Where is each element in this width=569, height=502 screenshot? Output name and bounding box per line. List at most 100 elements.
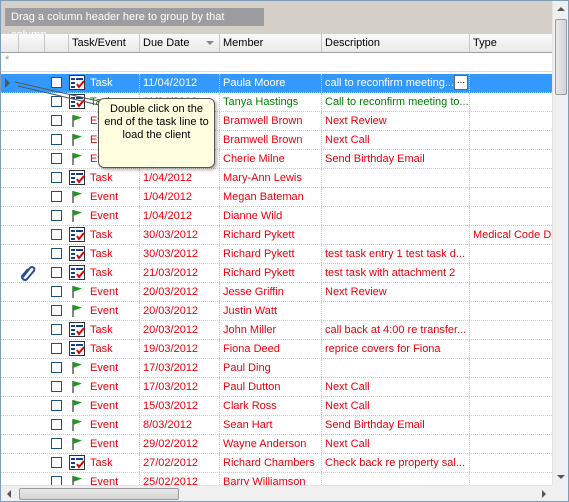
cell-description[interactable]: test task with attachment 2	[322, 264, 470, 282]
cell-member[interactable]: Wayne Anderson	[220, 435, 322, 453]
group-by-panel[interactable]: Drag a column header here to group by th…	[1, 1, 552, 41]
cell-task-event[interactable]: Task	[87, 169, 140, 187]
cell-type[interactable]	[470, 264, 552, 282]
paperclip-icon[interactable]	[20, 265, 36, 284]
row-checkbox[interactable]	[51, 191, 62, 202]
cell-due-date[interactable]: 20/03/2012	[140, 321, 220, 339]
row-checkbox[interactable]	[51, 248, 62, 259]
header-member[interactable]: Member	[220, 34, 322, 52]
cell-task-event[interactable]: Event	[87, 188, 140, 206]
cell-type[interactable]	[470, 340, 552, 358]
vertical-scrollbar[interactable]	[552, 1, 568, 485]
cell-member[interactable]: Richard Pykett	[220, 245, 322, 263]
cell-member[interactable]: Sean Hart	[220, 416, 322, 434]
cell-task-event[interactable]: Event	[87, 283, 140, 301]
cell-member[interactable]: Bramwell Brown	[220, 131, 322, 149]
table-row[interactable]: Event3/04/2012Cherie MilneSend Birthday …	[1, 150, 552, 169]
cell-due-date[interactable]: 17/03/2012	[140, 378, 220, 396]
cell-task-event[interactable]: Event	[87, 378, 140, 396]
cell-description[interactable]	[322, 188, 470, 206]
table-row[interactable]: Event 20/03/2012 Jesse Griffin Next Review	[1, 283, 552, 302]
header-description[interactable]: Description	[322, 34, 470, 52]
cell-description[interactable]: Next Review	[322, 112, 470, 130]
cell-task-event[interactable]: Task	[87, 74, 140, 92]
cell-due-date[interactable]: 8/03/2012	[140, 416, 220, 434]
cell-due-date[interactable]: 15/03/2012	[140, 397, 220, 415]
cell-due-date[interactable]: 17/03/2012	[140, 359, 220, 377]
table-row[interactable]: Event 8/03/2012 Sean Hart Send Birthday Ema…	[1, 416, 552, 435]
row-checkbox[interactable]	[51, 153, 62, 164]
cell-type[interactable]	[470, 169, 552, 187]
cell-type[interactable]	[470, 131, 552, 149]
cell-description[interactable]	[322, 302, 470, 320]
row-checkbox[interactable]	[51, 267, 62, 278]
horizontal-scrollbar[interactable]	[1, 485, 552, 501]
row-checkbox[interactable]	[51, 172, 62, 183]
cell-type[interactable]	[470, 112, 552, 130]
cell-description[interactable]: call back at 4:00 re transfer...	[322, 321, 470, 339]
row-checkbox[interactable]	[51, 115, 62, 126]
cell-description[interactable]	[322, 169, 470, 187]
table-row[interactable]: Event 1/04/2012 Megan Bateman	[1, 188, 552, 207]
cell-due-date[interactable]: 19/03/2012	[140, 340, 220, 358]
table-row[interactable]: Task 20/03/2012 John Miller call back at 4:…	[1, 321, 552, 340]
cell-type[interactable]	[470, 302, 552, 320]
cell-type[interactable]	[470, 359, 552, 377]
cell-due-date[interactable]: 21/03/2012	[140, 264, 220, 282]
scroll-left-button[interactable]	[1, 486, 17, 501]
cell-type[interactable]	[470, 93, 552, 111]
cell-type[interactable]	[470, 150, 552, 168]
table-row[interactable]: Task 30/03/2012 Richard Pykett Medical Code…	[1, 226, 552, 245]
table-row[interactable]: Event 17/03/2012 Paul Dutton Next Call	[1, 378, 552, 397]
row-checkbox[interactable]	[51, 77, 62, 88]
cell-member[interactable]: Bramwell Brown	[220, 112, 322, 130]
scroll-right-button[interactable]	[536, 486, 552, 501]
scroll-up-button[interactable]	[553, 1, 568, 17]
row-checkbox[interactable]	[51, 343, 62, 354]
cell-description[interactable]: Call to reconfirm meeting to...	[322, 93, 470, 111]
cell-type[interactable]	[470, 435, 552, 453]
cell-description[interactable]	[322, 359, 470, 377]
cell-member[interactable]: Clark Ross	[220, 397, 322, 415]
row-checkbox[interactable]	[51, 438, 62, 449]
cell-type[interactable]	[470, 416, 552, 434]
header-checkbox-column[interactable]	[45, 34, 69, 52]
cell-member[interactable]: Richard Pykett	[220, 264, 322, 282]
cell-task-event[interactable]: Task	[87, 226, 140, 244]
row-checkbox[interactable]	[51, 134, 62, 145]
cell-task-event[interactable]: Task	[87, 321, 140, 339]
cell-description[interactable]: call to reconfirm meeting...	[322, 74, 470, 92]
cell-description[interactable]: Next Review	[322, 283, 470, 301]
cell-task-event[interactable]: Event	[87, 397, 140, 415]
row-checkbox[interactable]	[51, 96, 62, 107]
row-checkbox[interactable]	[51, 381, 62, 392]
cell-type[interactable]	[470, 207, 552, 225]
cell-description[interactable]: Next Call	[322, 378, 470, 396]
header-due-date[interactable]: Due Date	[140, 34, 220, 52]
table-row[interactable]: Event 20/03/2012 Justin Watt	[1, 302, 552, 321]
cell-description[interactable]	[322, 207, 470, 225]
cell-due-date[interactable]: 1/04/2012	[140, 188, 220, 206]
cell-due-date[interactable]: 29/02/2012	[140, 435, 220, 453]
row-checkbox[interactable]	[51, 457, 62, 468]
new-row[interactable]: *	[1, 53, 552, 72]
table-row[interactable]: Task 19/03/2012 Fiona Deed reprice covers f…	[1, 340, 552, 359]
scroll-down-button[interactable]	[553, 469, 568, 485]
row-checkbox[interactable]	[51, 400, 62, 411]
cell-type[interactable]	[470, 321, 552, 339]
cell-due-date[interactable]: 20/03/2012	[140, 283, 220, 301]
cell-description[interactable]: Next Call	[322, 397, 470, 415]
cell-task-event[interactable]: Event	[87, 359, 140, 377]
cell-task-event[interactable]: Event	[87, 435, 140, 453]
header-type[interactable]: Type	[470, 34, 552, 52]
cell-type[interactable]	[470, 188, 552, 206]
cell-member[interactable]: Megan Bateman	[220, 188, 322, 206]
cell-task-event[interactable]: Event	[87, 302, 140, 320]
cell-member[interactable]: Mary-Ann Lewis	[220, 169, 322, 187]
cell-description[interactable]: Send Birthday Email	[322, 150, 470, 168]
cell-task-event[interactable]: Task	[87, 245, 140, 263]
cell-type[interactable]	[470, 283, 552, 301]
cell-description[interactable]: Check back re property sal...	[322, 454, 470, 472]
table-row[interactable]: Task 1/04/2012 Mary-Ann Lewis	[1, 169, 552, 188]
cell-description[interactable]: Send Birthday Email	[322, 416, 470, 434]
